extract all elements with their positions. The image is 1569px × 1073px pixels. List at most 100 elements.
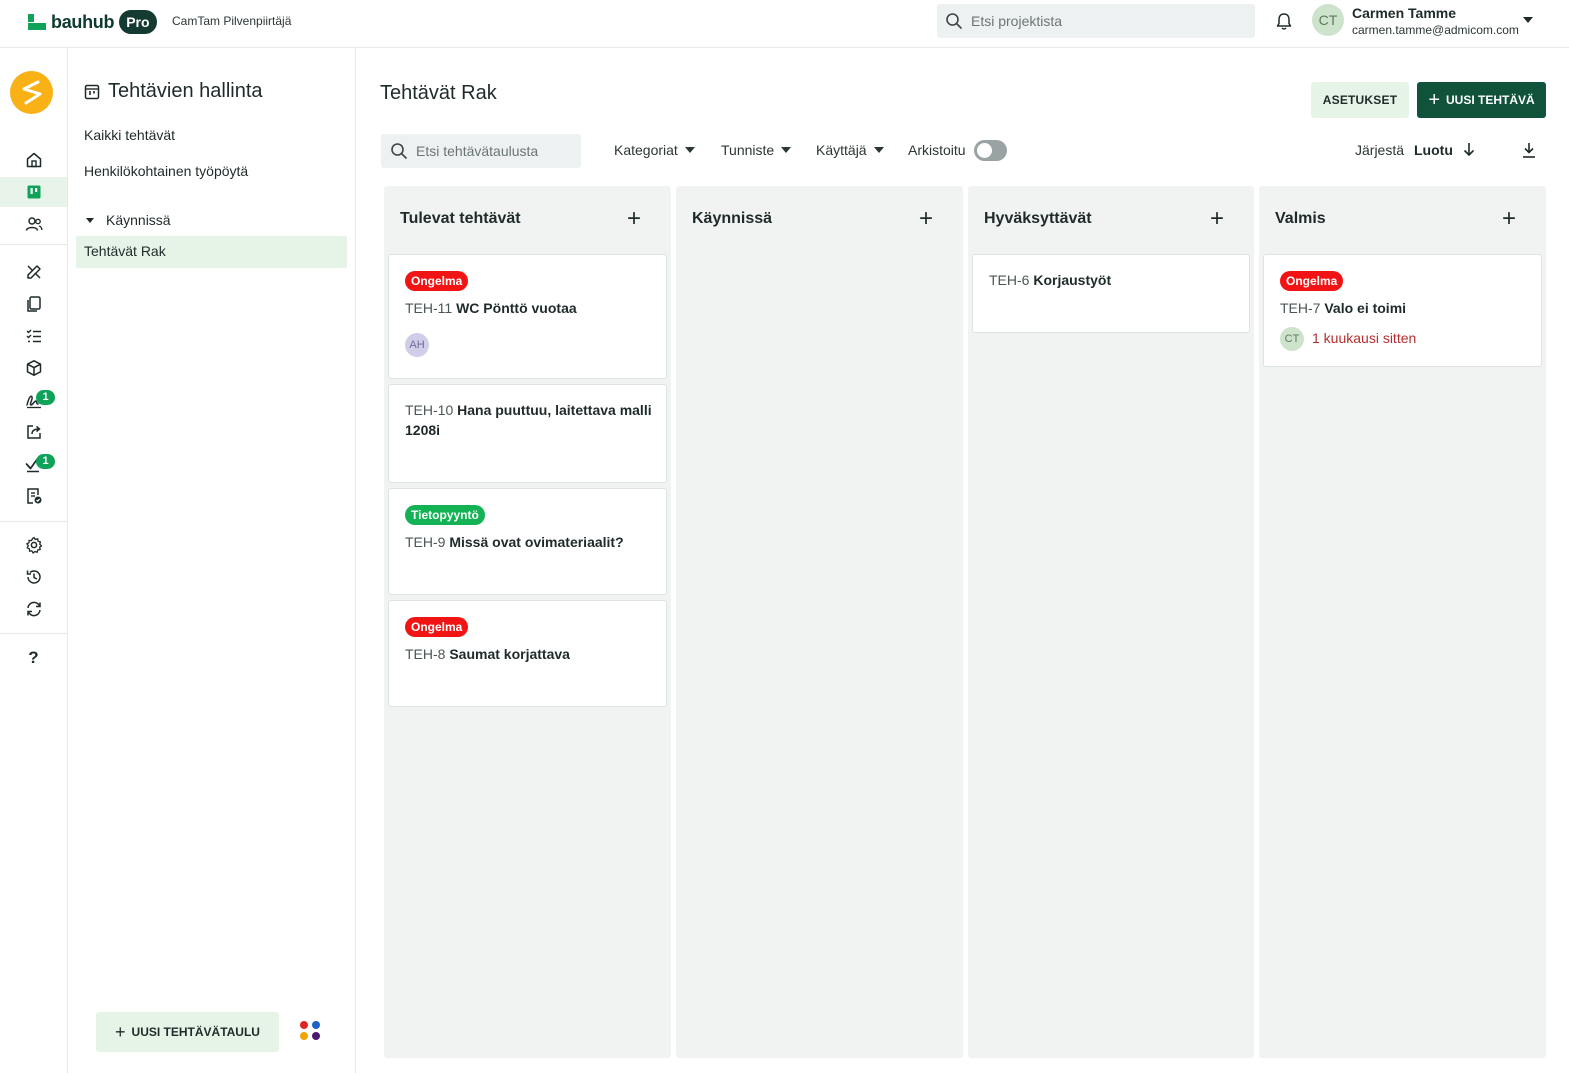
task-title: Saumat korjattava [449,646,570,662]
signatures-count-badge: 1 [36,390,55,405]
user-avatar[interactable]: CT [1312,4,1344,36]
settings-icon[interactable] [0,530,67,560]
user-menu-chevron-down-icon[interactable] [1523,17,1533,23]
search-icon [391,143,407,159]
notifications-bell-icon[interactable] [1275,12,1293,31]
caret-down-icon [873,147,884,153]
tag-filter-label: Tunniste [721,142,775,158]
sidebar-item-active-board[interactable]: Tehtävät Rak [76,236,347,268]
board-search[interactable] [381,134,581,168]
task-card-text: TEH-10 Hana puuttuu, laitettava malli 12… [405,400,655,440]
history-icon[interactable] [0,562,67,592]
board-icon[interactable] [0,177,67,207]
task-id: TEH-8 [405,646,446,662]
rail-divider [0,244,67,245]
new-task-board-button[interactable]: + UUSI TEHTÄVÄTAULU [96,1012,279,1052]
drawing-tools-icon[interactable] [0,257,67,287]
signature-icon[interactable] [0,385,67,415]
sidebar-group-in-progress[interactable]: Käynnissä [86,212,171,228]
sort-select[interactable]: Luotu [1414,142,1453,158]
caret-down-icon [684,147,695,153]
task-title: Valo ei toimi [1324,300,1407,316]
archived-label: Arkistoitu [908,142,966,158]
task-board-icon [84,84,100,99]
help-icon[interactable]: ? [0,643,67,673]
task-id: TEH-6 [989,272,1030,288]
bauhub-logo-icon [28,13,46,31]
sidebar-item-personal-desktop[interactable]: Henkilökohtainen työpöytä [84,163,248,179]
approval-icon[interactable] [0,449,67,479]
new-task-label: UUSI TEHTÄVÄ [1446,93,1535,107]
new-task-button[interactable]: + UUSI TEHTÄVÄ [1417,82,1546,118]
sidebar-item-all-tasks[interactable]: Kaikki tehtävät [84,127,175,143]
task-card[interactable]: TEH-10 Hana puuttuu, laitettava malli 12… [388,384,667,483]
add-card-plus-icon[interactable]: + [1210,207,1224,231]
task-id: TEH-7 [1280,300,1321,316]
task-card[interactable]: Ongelma TEH-7 Valo ei toimi CT 1 kuukaus… [1263,254,1542,367]
task-card[interactable]: Tietopyyntö TEH-9 Missä ovat ovimateriaa… [388,488,667,595]
home-icon[interactable] [0,145,67,175]
brand-name: bauhub [51,11,115,32]
issue-badge: Ongelma [405,271,469,291]
column-in-progress: Käynnissä + [676,186,963,1058]
sidebar-title: Tehtävien hallinta [108,80,263,102]
download-icon[interactable] [1521,141,1537,159]
project-name[interactable]: CamTam Pilvenpiirtäjä [172,14,291,28]
sort-direction-arrow-down-icon[interactable] [1462,141,1476,157]
project-search[interactable] [937,4,1255,38]
users-icon[interactable] [0,209,67,239]
archived-toggle[interactable] [974,140,1007,161]
user-email: carmen.tamme@admicom.com [1352,23,1519,37]
box-icon[interactable] [0,353,67,383]
icon-rail: 1 1 ? [0,48,68,1073]
documents-icon[interactable] [0,289,67,319]
assignee-avatar: CT [1280,327,1304,351]
bauhub-logo[interactable]: bauhub Pro [28,10,157,34]
add-card-plus-icon[interactable]: + [627,207,641,231]
search-icon [946,13,962,29]
tag-filter[interactable]: Tunniste [721,142,792,158]
board-search-input[interactable] [416,143,576,159]
settings-button[interactable]: ASETUKSET [1311,82,1409,118]
categories-filter[interactable]: Kategoriat [614,142,695,158]
task-id: TEH-10 [405,402,454,418]
task-title: WC Pönttö vuotaa [456,300,577,316]
task-card-text: TEH-9 Missä ovat ovimateriaalit? [405,532,655,552]
task-card-text: TEH-6 Korjaustyöt [989,270,1239,290]
info-request-badge: Tietopyyntö [405,505,485,525]
top-bar: bauhub Pro CamTam Pilvenpiirtäjä CT Carm… [0,0,1569,48]
checklist-icon[interactable] [0,321,67,351]
task-title: Korjaustyöt [1033,272,1112,288]
apps-icon[interactable] [300,1021,322,1043]
sidebar-header: Tehtävien hallinta [84,80,263,103]
user-name[interactable]: Carmen Tamme [1352,5,1456,21]
task-card[interactable]: TEH-6 Korjaustyöt [972,254,1250,333]
app-logo-icon[interactable] [10,71,53,114]
plus-icon: + [1428,89,1440,111]
task-id: TEH-11 [405,300,453,316]
column-title: Hyväksyttävät [984,210,1092,227]
task-card-text: TEH-11 WC Pönttö vuotaa [405,298,655,318]
task-card-text: TEH-7 Valo ei toimi [1280,298,1530,318]
task-title: Missä ovat ovimateriaalit? [449,534,624,550]
assignee-avatar: AH [405,333,429,357]
share-icon[interactable] [0,417,67,447]
add-card-plus-icon[interactable]: + [919,207,933,231]
user-filter[interactable]: Käyttäjä [816,142,884,158]
pro-badge: Pro [119,10,157,34]
sync-icon[interactable] [0,594,67,624]
new-task-board-label: UUSI TEHTÄVÄTAULU [131,1025,260,1039]
task-card[interactable]: Ongelma TEH-11 WC Pönttö vuotaa AH [388,254,667,379]
report-icon[interactable] [0,481,67,511]
project-search-input[interactable] [971,13,1231,29]
sidebar-group-label: Käynnissä [106,212,171,228]
add-card-plus-icon[interactable]: + [1502,207,1516,231]
task-card-text: TEH-8 Saumat korjattava [405,644,655,664]
task-card[interactable]: Ongelma TEH-8 Saumat korjattava [388,600,667,707]
column-done: Valmis + Ongelma TEH-7 Valo ei toimi CT … [1259,186,1546,1058]
plus-icon: + [115,1021,126,1042]
column-title: Tulevat tehtävät [400,210,521,227]
caret-down-icon [781,147,792,153]
sort-label: Järjestä [1355,142,1405,158]
page-title: Tehtävät Rak [380,82,497,104]
